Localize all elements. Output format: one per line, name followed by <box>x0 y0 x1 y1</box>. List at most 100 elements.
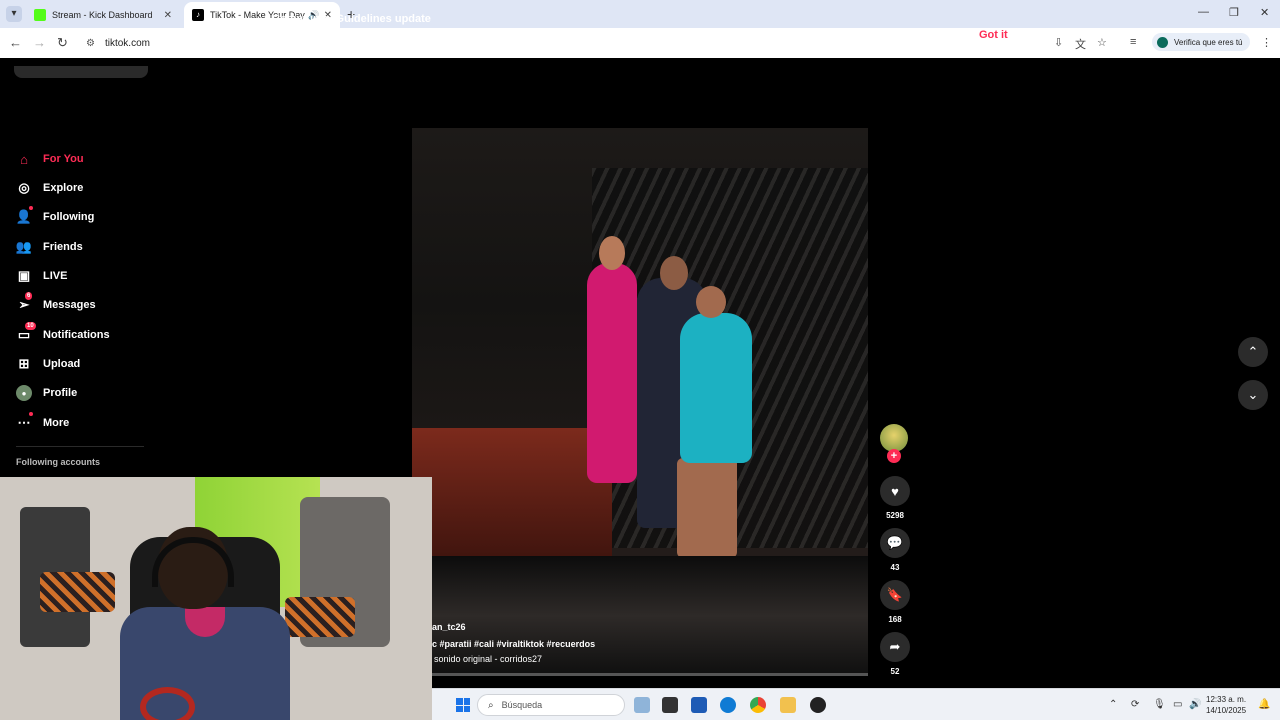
more-icon: ⋯ <box>16 412 33 431</box>
sidebar-item-notifications[interactable]: ▭ 10 Notifications <box>16 322 110 343</box>
taskbar-edge-icon[interactable] <box>720 697 736 713</box>
video-person-head <box>660 256 688 290</box>
chrome-menu-icon[interactable]: ⋮ <box>1261 36 1272 49</box>
video-wall <box>412 428 612 568</box>
taskbar-store-icon[interactable] <box>691 697 707 713</box>
sidebar-item-messages[interactable]: ➢ 6 Messages <box>16 292 96 313</box>
banner-body: We will be updating our Community Guidel… <box>272 30 945 58</box>
chevron-down-icon: ⌄ <box>1247 387 1259 402</box>
translate-icon[interactable]: 文 <box>1075 36 1086 52</box>
reload-icon[interactable]: ↻ <box>57 35 68 51</box>
video-player[interactable] <box>412 128 868 568</box>
sidebar-item-label: Friends <box>43 241 83 253</box>
sidebar-item-following[interactable]: 👤 Following <box>16 206 95 225</box>
follow-plus-icon[interactable]: + <box>887 449 901 463</box>
install-app-icon[interactable]: ⇩ <box>1054 36 1063 49</box>
profile-label: Verifica que eres tú <box>1174 37 1243 47</box>
got-it-button[interactable]: Got it <box>979 29 1008 41</box>
clock-date: 14/10/2025 <box>1206 706 1247 715</box>
video-person-head <box>599 236 625 270</box>
sidebar-item-live[interactable]: ▣ LIVE <box>16 268 68 284</box>
video-sound[interactable]: sonido original - corridos27 <box>434 654 542 664</box>
webcam-wheel <box>140 687 195 720</box>
sidebar-item-friends[interactable]: 👥 Friends <box>16 239 83 255</box>
sidebar-item-label: Messages <box>43 299 96 311</box>
close-window-icon[interactable]: ✕ <box>1260 6 1269 19</box>
taskbar-search[interactable]: ⌕ Búsqueda <box>477 694 625 716</box>
bookmark-icon[interactable]: 🔖 <box>880 580 910 610</box>
taskbar-chrome-icon[interactable] <box>750 697 766 713</box>
notification-bell-icon[interactable]: 🔔 <box>1258 699 1270 710</box>
system-clock[interactable]: 12:33 a. m. 14/10/2025 <box>1206 694 1246 716</box>
home-icon: ⌂ <box>20 151 28 167</box>
notifications-icon: ▭ 10 <box>17 322 36 342</box>
live-icon: ▣ <box>17 268 31 283</box>
video-username[interactable]: an_tc26 <box>432 622 466 632</box>
tab-search-button[interactable]: ▾ <box>6 6 22 22</box>
sidebar-item-upload[interactable]: ⊞ Upload <box>16 356 81 372</box>
sidebar-item-label: LIVE <box>43 270 68 282</box>
sidebar-item-label: For You <box>43 153 84 165</box>
previous-video-button[interactable]: ⌃ <box>1238 337 1268 367</box>
taskbar-widgets-icon[interactable] <box>634 697 650 713</box>
friends-icon: 👥 <box>15 239 33 254</box>
comment-action[interactable]: 💬 43 <box>880 528 910 572</box>
compass-icon: ◎ <box>18 180 30 195</box>
sidebar-item-label: Profile <box>43 387 78 399</box>
url-text: tiktok.com <box>104 37 150 49</box>
next-video-button[interactable]: ⌄ <box>1238 380 1268 410</box>
minimize-icon[interactable]: — <box>1198 6 1209 18</box>
tab-kick-dashboard[interactable]: Stream - Kick Dashboard ✕ <box>26 2 180 28</box>
taskbar-obs-icon[interactable] <box>810 697 826 713</box>
sidebar-divider <box>16 446 144 447</box>
forward-icon[interactable]: → <box>33 35 46 50</box>
sidebar-item-explore[interactable]: ◎ Explore <box>16 180 83 196</box>
share-action[interactable]: ➦ 52 <box>880 632 910 676</box>
microphone-icon[interactable]: 🎙 <box>1153 699 1166 710</box>
messages-icon: ➢ 6 <box>18 292 33 312</box>
profile-chip[interactable]: Verifica que eres tú <box>1152 33 1251 51</box>
banner-heading: Community Guidelines update <box>272 13 431 25</box>
video-person <box>587 263 637 483</box>
search-box[interactable] <box>14 66 148 78</box>
webcam-cushion <box>285 597 355 637</box>
messages-badge: 6 <box>25 292 33 300</box>
volume-icon[interactable]: 🔊 <box>1189 699 1201 710</box>
save-action[interactable]: 🔖 168 <box>880 580 910 624</box>
sidebar-item-label: Upload <box>43 358 81 370</box>
site-info-icon[interactable]: ⚙ <box>86 38 95 49</box>
sidebar-item-label: More <box>43 417 70 429</box>
reading-list-icon[interactable]: ≡ <box>1130 36 1136 48</box>
tray-sync-icon[interactable]: ⟳ <box>1131 699 1139 710</box>
taskbar-task-view-icon[interactable] <box>662 697 678 713</box>
heart-icon[interactable]: ♥ <box>880 476 910 506</box>
sidebar-item-profile[interactable]: ● Profile <box>16 385 77 401</box>
clock-time: 12:33 a. m. <box>1206 695 1247 704</box>
windows-taskbar: ⌕ Búsqueda ⌃ ⟳ 🎙 ▭ 🔊 12:33 a. m. 14/10/2… <box>432 688 1280 720</box>
guidelines-banner: Community Guidelines update We will be u… <box>272 13 1032 60</box>
comment-icon[interactable]: 💬 <box>880 528 910 558</box>
video-hashtags[interactable]: c #paratii #cali #viraltiktok #recuerdos <box>432 639 595 649</box>
video-progress-bar[interactable] <box>432 673 868 676</box>
taskbar-file-explorer-icon[interactable] <box>780 697 796 713</box>
following-accounts-title: Following accounts <box>16 457 101 467</box>
network-icon[interactable]: ▭ <box>1173 699 1182 710</box>
likes-count: 5298 <box>886 511 904 520</box>
share-icon[interactable]: ➦ <box>880 632 910 662</box>
webcam-cushion <box>40 572 115 612</box>
sidebar-item-label: Notifications <box>43 329 110 341</box>
sidebar-item-label: Following <box>43 211 95 223</box>
sidebar-item-more[interactable]: ⋯ More <box>16 412 70 431</box>
maximize-icon[interactable]: ❐ <box>1229 6 1239 19</box>
webcam-overlay <box>0 477 432 720</box>
close-tab-icon[interactable]: ✕ <box>164 10 172 21</box>
sidebar-item-for-you[interactable]: ⌂ For You <box>16 151 84 167</box>
like-action[interactable]: ♥ 5298 <box>880 476 910 520</box>
creator-avatar[interactable] <box>880 424 908 452</box>
tray-overflow-icon[interactable]: ⌃ <box>1109 699 1117 710</box>
windows-start-icon[interactable] <box>456 698 470 712</box>
bookmark-star-icon[interactable]: ☆ <box>1097 36 1107 49</box>
back-icon[interactable]: ← <box>9 35 22 50</box>
shares-count: 52 <box>890 667 900 676</box>
search-icon: ⌕ <box>488 699 494 711</box>
